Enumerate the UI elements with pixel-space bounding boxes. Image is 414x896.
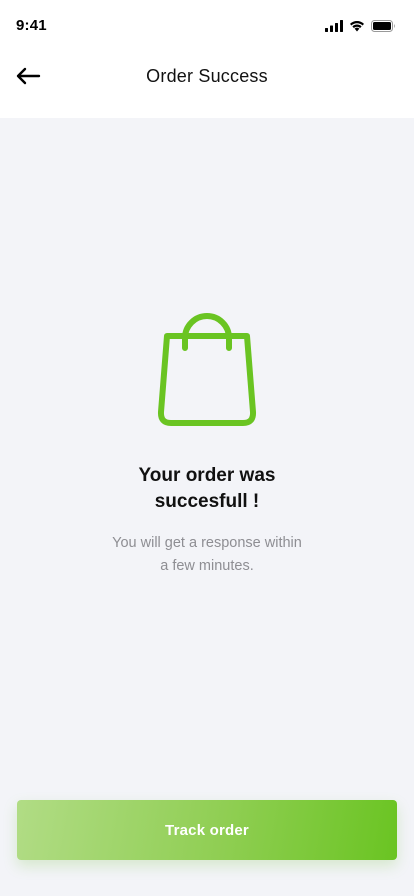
cellular-signal-icon — [325, 20, 343, 32]
success-heading-line-1: Your order was — [138, 465, 276, 486]
success-subtext-line-1: You will get a response within — [112, 535, 302, 551]
page-title: Order Success — [146, 66, 268, 86]
battery-icon — [371, 20, 396, 32]
track-order-button-label: Track order — [165, 821, 249, 839]
status-icons — [325, 19, 396, 33]
success-heading: Your order was succesfull ! — [57, 463, 357, 515]
track-order-button[interactable]: Track order — [17, 800, 397, 860]
success-subtext-line-2: a few minutes. — [160, 558, 254, 574]
success-subtext: You will get a response within a few min… — [57, 532, 357, 578]
status-bar: 9:41 — [0, 0, 414, 52]
shopping-bag-icon — [155, 312, 259, 428]
success-heading-line-2: succesfull ! — [154, 491, 260, 512]
main-content: Your order was succesfull ! You will get… — [0, 118, 414, 896]
header: 9:41 Order Success — [0, 0, 414, 118]
status-time: 9:41 — [16, 17, 47, 34]
wifi-icon — [349, 20, 365, 32]
